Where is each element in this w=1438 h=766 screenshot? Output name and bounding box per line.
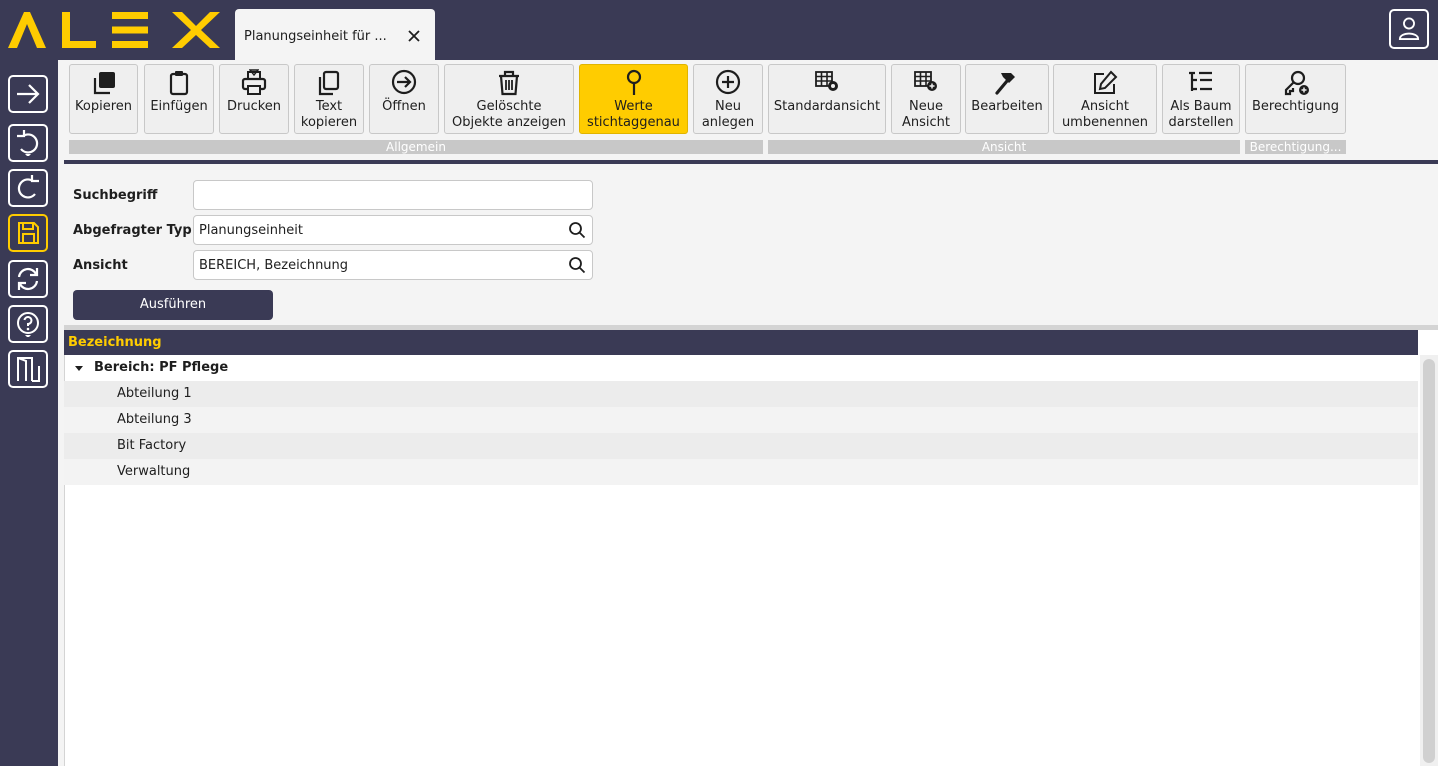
save-button[interactable] <box>8 214 48 252</box>
forward-button[interactable] <box>8 75 48 113</box>
ausfuehren-button[interactable]: Ausführen <box>73 290 273 320</box>
tree-group-row[interactable]: Bereich: PF Pflege <box>64 355 1418 381</box>
search-icon[interactable] <box>568 221 586 239</box>
abgefragter-typ-label: Abgefragter Typ <box>73 223 192 238</box>
group-label: Bereich: PF Pflege <box>94 360 229 375</box>
redo-icon <box>17 175 39 199</box>
tree-list-icon <box>1189 71 1212 91</box>
trash-icon <box>499 70 519 96</box>
undo-button[interactable] <box>8 124 48 162</box>
bearbeiten-button[interactable]: Bearbeiten <box>965 64 1049 134</box>
drucken-button[interactable]: Drucken <box>219 64 289 134</box>
arrow-circle-icon <box>391 69 417 95</box>
redo-button[interactable] <box>8 169 48 207</box>
table-gear-icon <box>815 71 838 91</box>
tab-title: Planungseinheit für ... <box>244 29 387 44</box>
close-icon[interactable] <box>405 27 423 45</box>
group-label-allgemein: Allgemein <box>69 140 763 154</box>
table-row[interactable]: Bit Factory <box>64 433 1418 459</box>
table-plus-icon <box>914 71 937 91</box>
ribbon-divider <box>64 160 1438 164</box>
copy-pages-icon <box>318 70 340 96</box>
caret-down-icon[interactable] <box>75 366 83 371</box>
left-toolbar <box>0 60 58 766</box>
text-kopieren-button[interactable]: Text kopieren <box>294 64 364 134</box>
result-table: Bezeichnung Bereich: PF Pflege Abteilung… <box>64 330 1438 766</box>
abgefragter-typ-value: Planungseinheit <box>199 223 303 238</box>
exit-button[interactable] <box>8 350 48 388</box>
werte-stichtaggenau-button[interactable]: Werte stichtaggenau <box>579 64 688 134</box>
column-header-bezeichnung[interactable]: Bezeichnung <box>64 330 1418 355</box>
plus-circle-icon <box>715 69 741 95</box>
refresh-icon <box>17 267 39 291</box>
alex-logo <box>8 12 220 48</box>
group-label-berechtigung: Berechtigung... <box>1245 140 1346 154</box>
table-row[interactable]: Verwaltung <box>64 459 1418 485</box>
suchbegriff-input[interactable] <box>193 180 593 210</box>
exit-door-icon <box>17 357 40 382</box>
berechtigung-button[interactable]: Berechtigung <box>1245 64 1346 134</box>
key-plus-icon <box>1284 70 1309 96</box>
ansicht-value: BEREICH, Bezeichnung <box>199 258 349 273</box>
abgefragter-typ-input[interactable]: Planungseinheit <box>193 215 593 245</box>
neu-anlegen-button[interactable]: Neu anlegen <box>693 64 763 134</box>
copy-icon <box>93 72 115 95</box>
suchbegriff-label: Suchbegriff <box>73 188 158 203</box>
ansicht-umbenennen-button[interactable]: Ansicht umbenennen <box>1053 64 1157 134</box>
table-row[interactable]: Abteilung 1 <box>64 381 1418 407</box>
pin-icon <box>626 69 641 95</box>
scrollbar-thumb[interactable] <box>1423 359 1435 763</box>
clipboard-icon <box>169 71 189 96</box>
top-bar: Planungseinheit für ... <box>0 0 1438 60</box>
als-baum-darstellen-button[interactable]: Als Baum darstellen <box>1162 64 1240 134</box>
help-button[interactable] <box>8 305 48 343</box>
arrow-right-icon <box>17 84 40 104</box>
standardansicht-button[interactable]: Standardansicht <box>768 64 886 134</box>
save-icon <box>18 222 39 244</box>
user-profile-button[interactable] <box>1389 9 1429 49</box>
ansicht-label: Ansicht <box>73 258 128 273</box>
neue-ansicht-button[interactable]: Neue Ansicht <box>891 64 961 134</box>
refresh-button[interactable] <box>8 260 48 298</box>
hammer-icon <box>995 73 1015 95</box>
geloeschte-objekte-button[interactable]: Gelöschte Objekte anzeigen <box>444 64 574 134</box>
chevron-down-icon <box>249 69 259 77</box>
oeffnen-button[interactable]: Öffnen <box>369 64 439 134</box>
pencil-square-icon <box>1094 70 1118 94</box>
user-icon <box>1398 17 1420 40</box>
kopieren-button[interactable]: Kopieren <box>69 64 138 134</box>
einfuegen-button[interactable]: Einfügen <box>144 64 214 134</box>
ansicht-input[interactable]: BEREICH, Bezeichnung <box>193 250 593 280</box>
search-icon[interactable] <box>568 256 586 274</box>
vertical-scrollbar[interactable] <box>1420 355 1438 766</box>
ribbon-toolbar: Kopieren Einfügen Drucken Text kopieren <box>64 60 1438 163</box>
help-icon <box>17 312 39 337</box>
table-row[interactable]: Abteilung 3 <box>64 407 1418 433</box>
undo-icon <box>17 130 39 156</box>
group-label-ansicht: Ansicht <box>768 140 1240 154</box>
tab-planungseinheit[interactable]: Planungseinheit für ... <box>235 9 435 60</box>
